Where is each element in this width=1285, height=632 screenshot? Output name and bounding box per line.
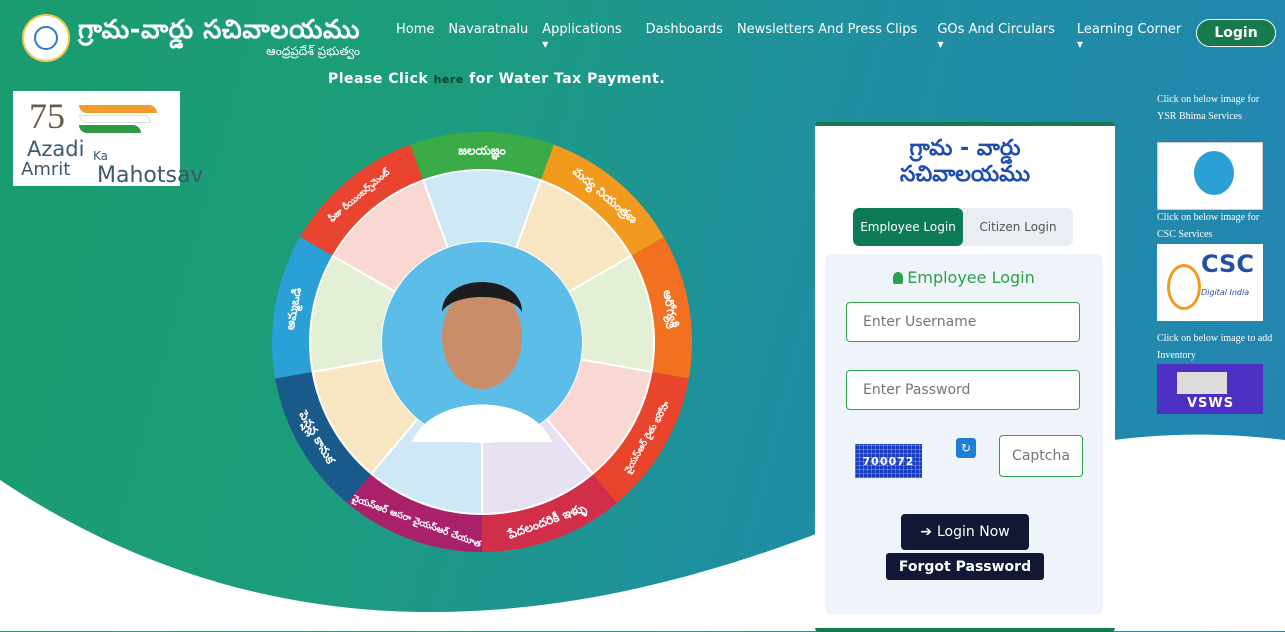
captcha-input[interactable]	[999, 435, 1083, 477]
nav-gos-circulars[interactable]: GOs And Circulars ▼	[937, 22, 1055, 49]
login-now-button[interactable]: ➔ Login Now	[901, 514, 1029, 550]
refresh-captcha-icon[interactable]: ↻	[956, 438, 976, 458]
caret-down-icon: ▼	[937, 40, 944, 49]
form-title: Employee Login	[825, 268, 1103, 287]
card-title: గ్రామ - వార్డు సచివాలయము	[899, 136, 1031, 187]
nav-applications[interactable]: Applications ▼	[542, 22, 621, 49]
ap-emblem-icon	[22, 14, 70, 62]
vsws-inventory-image[interactable]: VSWS	[1157, 364, 1263, 414]
login-card: గ్రామ - వార్డు సచివాలయము Employee Login …	[815, 122, 1115, 632]
nav-navaratnalu[interactable]: Navaratnalu	[448, 22, 528, 37]
user-icon	[893, 272, 904, 284]
ysr-bhima-caption: Click on below image for YSR Bhima Servi…	[1157, 94, 1260, 122]
nav-home[interactable]: Home	[396, 22, 434, 37]
site-logo[interactable]: గ్రామ-వార్డు సచివాలయము ఆంధ్రప్రదేశ్ ప్రభ…	[22, 14, 360, 62]
header-login-button[interactable]: Login	[1196, 19, 1276, 47]
inventory-caption: Click on below image to add Inventory	[1157, 333, 1273, 361]
login-tabs: Employee Login Citizen Login	[853, 208, 1073, 246]
nav-newsletters[interactable]: Newsletters And Press Clips	[737, 22, 917, 37]
tab-citizen-login[interactable]: Citizen Login	[963, 208, 1073, 246]
logo-title: గ్రామ-వార్డు సచివాలయము	[78, 14, 360, 45]
forgot-password-button[interactable]: Forgot Password	[886, 553, 1044, 580]
caret-down-icon: ▼	[1076, 40, 1084, 49]
csc-caption: Click on below image for CSC Services	[1157, 212, 1260, 240]
flag-icon	[79, 105, 159, 133]
nav-learning-corner[interactable]: Learning Corner ▼	[1077, 22, 1181, 49]
logo-subtitle: ఆంధ్రప్రదేశ్ ప్రభుత్వం	[266, 43, 360, 58]
water-tax-banner: Please Click here for Water Tax Payment.	[328, 71, 666, 87]
username-input[interactable]	[846, 302, 1080, 342]
azadi-ka-amrit-mahotsav-logo: 75 Azadi Ka Amrit Mahotsav	[13, 91, 203, 188]
main-nav: Home Navaratnalu Applications ▼ Dashboard…	[396, 22, 1195, 49]
ysr-bhima-image[interactable]	[1157, 142, 1263, 210]
captcha-image: 700072	[855, 444, 922, 478]
password-input[interactable]	[846, 370, 1080, 410]
sign-in-icon: ➔	[920, 524, 932, 540]
tab-employee-login[interactable]: Employee Login	[853, 208, 963, 246]
navaratnalu-wheel[interactable]: జలయజ్ఞంమద్య నియంత్రణఆరోగ్యశ్రీవైయస్ఆర్ ర…	[272, 132, 692, 552]
nav-dashboards[interactable]: Dashboards	[646, 22, 723, 37]
login-form: Employee Login 700072 ↻ ➔Login Now Forgo…	[825, 254, 1103, 614]
water-tax-link[interactable]: here	[434, 73, 464, 86]
csc-services-image[interactable]: CSC Digital India	[1157, 244, 1263, 321]
caret-down-icon: ▼	[542, 40, 549, 49]
